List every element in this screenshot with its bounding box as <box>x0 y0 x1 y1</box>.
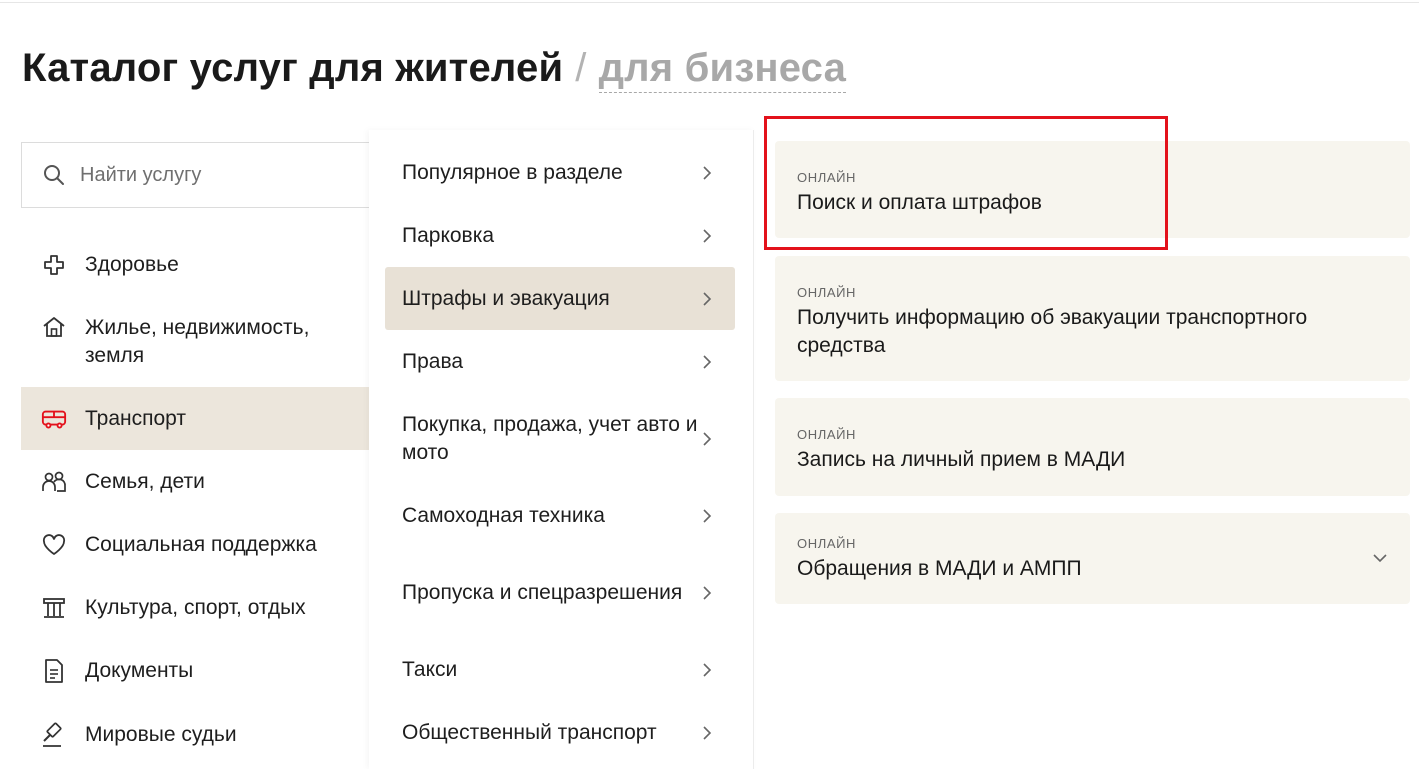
subcategory-label: Такси <box>402 658 458 681</box>
chevron-right-icon <box>701 291 713 307</box>
service-card-fines[interactable]: ОНЛАЙН Поиск и оплата штрафов <box>775 141 1410 238</box>
chevron-right-icon <box>701 725 713 741</box>
category-label: Жилье, недвижимость, земля <box>85 316 310 367</box>
category-social-support[interactable]: Социальная поддержка <box>21 521 369 569</box>
category-documents[interactable]: Документы <box>21 647 369 695</box>
title-separator: / <box>575 46 587 90</box>
service-title: Поиск и оплата штрафов <box>797 191 1042 214</box>
category-label: Мировые судьи <box>85 723 237 746</box>
business-link[interactable]: для бизнеса <box>598 46 847 93</box>
service-card-evacuation-info[interactable]: ОНЛАЙН Получить информацию об эвакуации … <box>775 256 1410 381</box>
chevron-right-icon <box>701 508 713 524</box>
bus-icon <box>41 406 67 432</box>
online-badge: ОНЛАЙН <box>797 170 857 185</box>
chevron-right-icon <box>701 585 713 601</box>
subcategory-license[interactable]: Права <box>385 337 735 387</box>
family-icon <box>41 469 67 495</box>
subcategory-parking[interactable]: Парковка <box>385 211 735 261</box>
category-transport[interactable]: Транспорт <box>21 387 369 450</box>
subcategory-label: Права <box>402 350 464 373</box>
category-housing[interactable]: Жилье, недвижимость, земля <box>21 306 369 372</box>
category-label: Здоровье <box>85 253 179 276</box>
subcategory-label: Пропуска и спецразрешения <box>402 581 683 604</box>
search-icon <box>42 163 66 187</box>
chevron-right-icon <box>701 228 713 244</box>
online-badge: ОНЛАЙН <box>797 427 857 442</box>
subcategory-label: Самоходная техника <box>402 504 605 527</box>
service-title: Получить информацию об эвакуации транспо… <box>797 306 1308 357</box>
museum-icon <box>41 595 67 621</box>
category-label: Документы <box>85 659 194 682</box>
service-title: Запись на личный прием в МАДИ <box>797 448 1126 471</box>
service-card-madi-appointment[interactable]: ОНЛАЙН Запись на личный прием в МАДИ <box>775 398 1410 496</box>
service-card-madi-appeals[interactable]: ОНЛАЙН Обращения в МАДИ и АМПП <box>775 513 1410 604</box>
subcategory-taxi[interactable]: Такси <box>385 645 735 695</box>
category-health[interactable]: Здоровье <box>21 241 369 289</box>
subcategory-label: Общественный транспорт <box>402 721 657 744</box>
subcategory-label: Покупка, продажа, учет авто и мото <box>402 413 698 464</box>
subcategory-popular[interactable]: Популярное в разделе <box>385 148 735 198</box>
chevron-right-icon <box>701 165 713 181</box>
category-family[interactable]: Семья, дети <box>21 458 369 506</box>
subcategory-label: Парковка <box>402 224 495 247</box>
subcategory-fines-evacuation[interactable]: Штрафы и эвакуация <box>385 267 735 330</box>
subcategory-self-propelled[interactable]: Самоходная техника <box>385 491 735 541</box>
heart-icon <box>41 532 67 558</box>
category-label: Транспорт <box>85 406 186 430</box>
house-icon <box>41 314 67 340</box>
subcategory-label: Популярное в разделе <box>402 161 623 184</box>
chevron-down-icon[interactable] <box>1372 553 1388 563</box>
chevron-right-icon <box>701 431 713 447</box>
title-residents: Каталог услуг для жителей <box>22 46 564 90</box>
online-badge: ОНЛАЙН <box>797 536 857 551</box>
page-title: Каталог услуг для жителей / для бизнеса <box>22 46 847 93</box>
subcategory-passes[interactable]: Пропуска и спецразрешения <box>385 561 735 625</box>
category-label: Семья, дети <box>85 470 205 493</box>
service-title: Обращения в МАДИ и АМПП <box>797 557 1082 580</box>
top-divider <box>0 2 1419 3</box>
search-box[interactable] <box>21 142 381 208</box>
category-label: Культура, спорт, отдых <box>85 596 306 619</box>
chevron-right-icon <box>701 662 713 678</box>
category-magistrates[interactable]: Мировые судьи <box>21 711 369 759</box>
category-culture[interactable]: Культура, спорт, отдых <box>21 584 369 632</box>
gavel-icon <box>41 722 67 748</box>
subcategory-public-transport[interactable]: Общественный транспорт <box>385 708 735 758</box>
health-cross-icon <box>41 252 67 278</box>
document-icon <box>41 658 67 684</box>
search-input[interactable] <box>78 162 342 188</box>
subcategory-label: Штрафы и эвакуация <box>402 286 610 310</box>
subcategory-vehicle-sales[interactable]: Покупка, продажа, учет авто и мото <box>385 407 735 471</box>
category-label: Социальная поддержка <box>85 533 317 556</box>
chevron-right-icon <box>701 354 713 370</box>
online-badge: ОНЛАЙН <box>797 285 857 300</box>
